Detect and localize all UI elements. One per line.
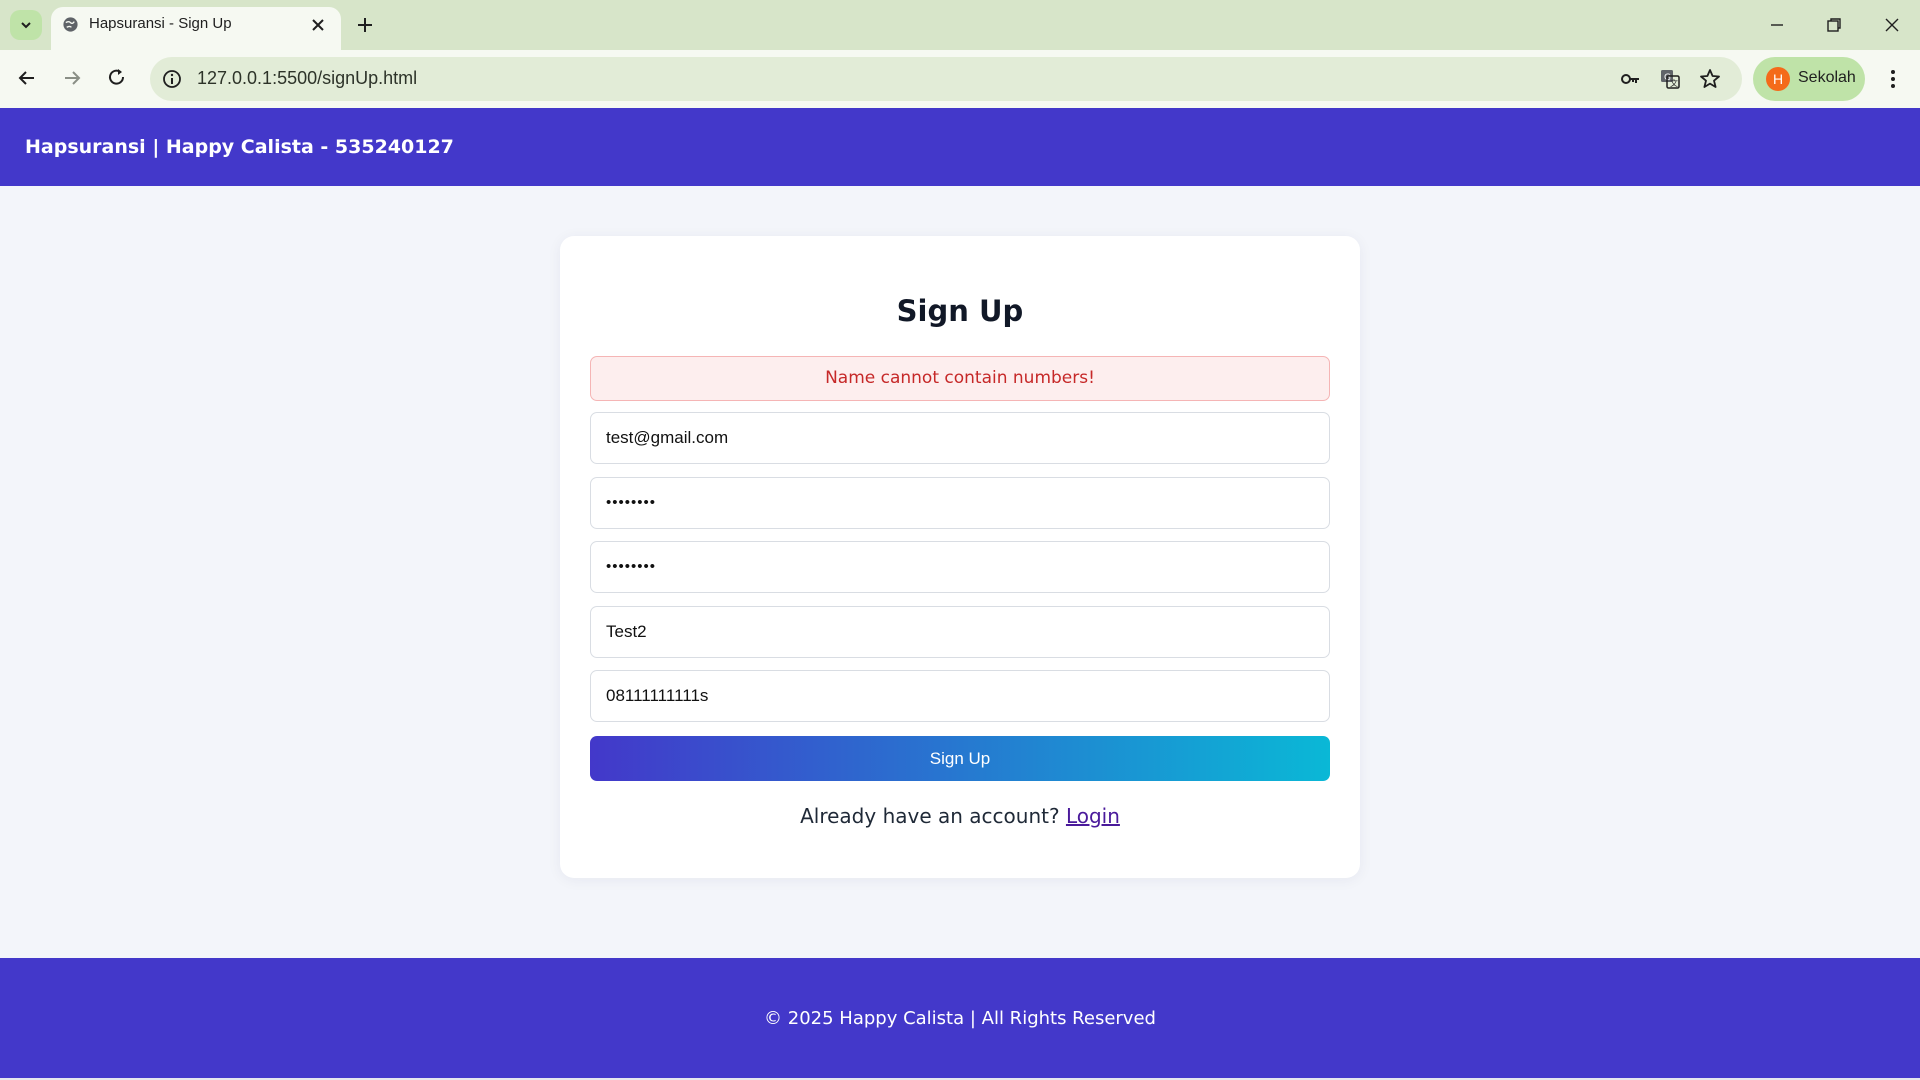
login-prompt: Already have an account? [800,804,1060,828]
minimize-icon[interactable] [1765,13,1789,37]
forward-icon[interactable] [59,65,85,91]
phone-field[interactable]: 08111111111s [590,670,1330,722]
profile-button[interactable]: H Sekolah [1753,57,1865,101]
key-icon[interactable] [1618,67,1642,91]
tab-search-button[interactable] [10,10,42,40]
svg-text:文: 文 [1670,78,1678,88]
reload-icon[interactable] [104,65,130,91]
site-footer: © 2025 Happy Calista | All Rights Reserv… [0,958,1920,1078]
login-link[interactable]: Login [1066,804,1120,828]
email-field[interactable]: test@gmail.com [590,412,1330,464]
signup-button[interactable]: Sign Up [590,736,1330,781]
tab-list-icon [21,22,31,29]
page-title: Sign Up [896,294,1024,328]
name-field[interactable]: Test2 [590,606,1330,658]
error-message: Name cannot contain numbers! [590,356,1330,401]
profile-name: Sekolah [1798,69,1856,86]
plus-icon[interactable] [354,14,376,36]
window-close-icon[interactable] [1880,13,1904,37]
login-prompt-line: Already have an account? Login [560,804,1360,828]
url-text: 127.0.0.1:5500/signUp.html [197,68,418,88]
site-info-icon[interactable] [160,67,184,91]
password-field[interactable]: •••••••• [590,477,1330,529]
signup-card: Sign Up Name cannot contain numbers! tes… [560,236,1360,878]
translate-icon[interactable]: G文 [1658,67,1682,91]
back-icon[interactable] [14,65,40,91]
globe-icon [63,17,78,32]
site-header: Hapsuransi | Happy Calista - 535240127 [0,108,1920,186]
tab-active[interactable]: Hapsuransi - Sign Up [51,7,341,50]
browser-toolbar: 127.0.0.1:5500/signUp.html G文 H Sekolah [0,50,1920,108]
star-icon[interactable] [1698,67,1722,91]
avatar: H [1766,67,1790,91]
tab-strip: Hapsuransi - Sign Up [0,0,1920,50]
close-icon[interactable] [309,16,327,34]
confirm-password-field[interactable]: •••••••• [590,541,1330,593]
site-brand: Hapsuransi | Happy Calista - 535240127 [25,136,454,158]
more-vert-icon[interactable] [1880,66,1906,92]
tab-title: Hapsuransi - Sign Up [89,15,232,32]
address-bar[interactable]: 127.0.0.1:5500/signUp.html G文 [150,57,1742,101]
copyright-text: © 2025 Happy Calista | All Rights Reserv… [764,1008,1156,1029]
restore-icon[interactable] [1822,13,1846,37]
